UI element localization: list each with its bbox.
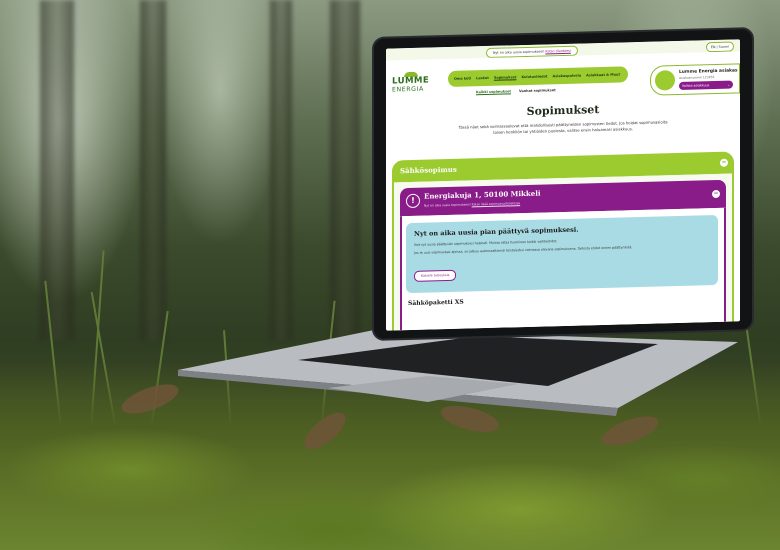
logo-line2: ENERGIA	[392, 85, 424, 94]
collapse-section-button[interactable]: −	[720, 158, 728, 167]
laptop-keyboard-deck	[178, 330, 738, 416]
account-select[interactable]: Valitse asiakkuus ⌄	[679, 80, 733, 90]
account-leaf-icon	[655, 70, 675, 91]
account-box: Lumme Energia asiakas Asiakasnumero 1234…	[650, 63, 740, 96]
warning-icon: !	[406, 193, 420, 209]
contract-subtitle: Nyt on aika uusia sopimuksesi! Katso lis…	[424, 201, 520, 208]
contract-sub-text: Nyt on aika uusia sopimuksesi!	[424, 202, 471, 208]
account-number: Asiakasnumero 123456	[679, 75, 715, 80]
tab-old-contracts[interactable]: Vanhat sopimukset	[519, 88, 556, 93]
contract-address: Energiakuja 1, 50100 Mikkeli	[424, 188, 541, 201]
contract-sub-link[interactable]: Katso lisää sopimusvaihtoehtoja	[472, 201, 520, 206]
account-select-label: Valitse asiakkuus	[682, 83, 710, 88]
chevron-down-icon: ⌄	[727, 82, 730, 87]
notice-text: Nyt on aika uusia sopimuksesi!	[493, 49, 545, 55]
nav-item-muut[interactable]: Asiakkaat & Muut	[586, 73, 620, 78]
main-nav: Oma koti Laskut Sopimukset Kulutustiedot…	[448, 66, 628, 88]
lumme-energia-logo[interactable]: LUMME ENERGIA	[392, 71, 432, 93]
nav-item-kulutustiedot[interactable]: Kulutustiedot	[521, 74, 547, 79]
page-title: Sopimukset	[526, 103, 600, 118]
sub-nav: Kaikki sopimukset Vanhat sopimukset	[476, 88, 556, 94]
renewal-alert: Nyt on aika uusia pian päättyvä sopimuks…	[406, 214, 718, 294]
nav-item-asiakaspalvelu[interactable]: Asiakaspalvelu	[553, 74, 582, 79]
alert-title: Nyt on aika uusia pian päättyvä sopimuks…	[414, 225, 579, 238]
notice-link[interactable]: Katso tilanteesi	[545, 49, 570, 54]
nav-item-oma-koti[interactable]: Oma koti	[454, 76, 471, 80]
package-title: Sähköpaketti XS	[408, 298, 464, 308]
view-offers-button[interactable]: Katsele tarjouksia	[414, 269, 457, 282]
section-title: Sähkösopimus	[400, 164, 457, 176]
laptop-screen: Nyt on aika uusia sopimuksesi! Katso til…	[386, 39, 740, 331]
collapse-contract-button[interactable]: −	[712, 189, 720, 199]
site-header: LUMME ENERGIA Oma koti Laskut Sopimukset…	[386, 51, 740, 103]
laptop-screen-bezel: Nyt on aika uusia sopimuksesi! Katso til…	[374, 29, 752, 339]
tab-all-contracts[interactable]: Kaikki sopimukset	[476, 89, 511, 94]
tree-trunk	[330, 0, 360, 340]
tree-trunk	[270, 0, 292, 340]
tree-trunk	[140, 0, 166, 340]
nav-item-laskut[interactable]: Laskut	[476, 76, 489, 80]
nav-item-sopimukset[interactable]: Sopimukset	[494, 75, 517, 80]
account-title: Lumme Energia asiakas	[679, 68, 738, 75]
page-intro: Tässä näet sekä voimassaolevat että mahd…	[458, 119, 668, 135]
